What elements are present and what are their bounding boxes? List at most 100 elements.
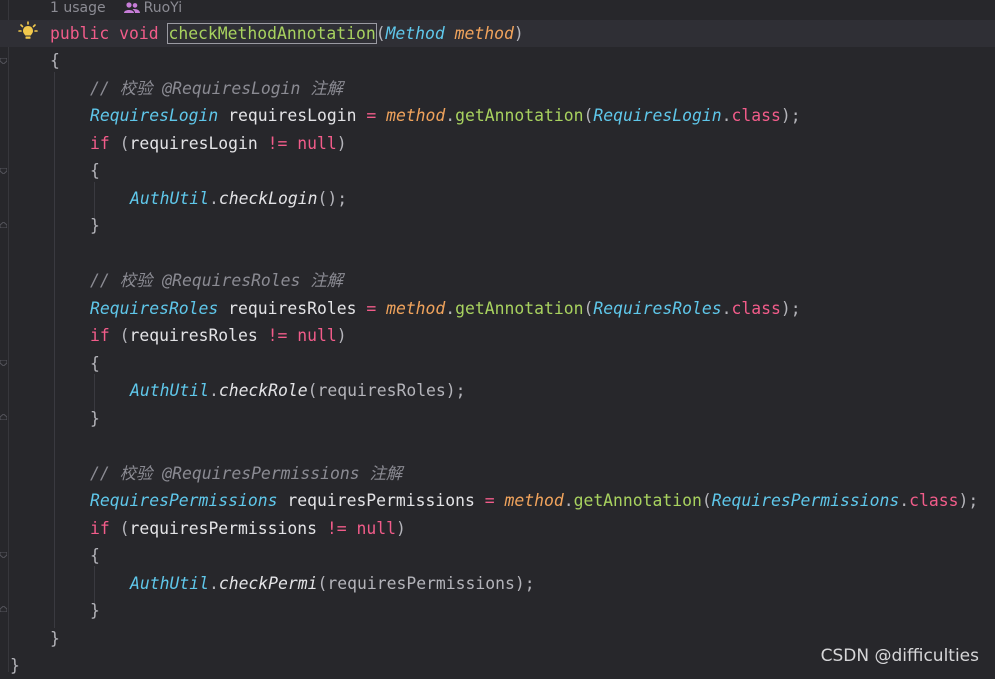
args: (requiresPermissions);	[317, 574, 535, 593]
dot: .	[208, 574, 219, 593]
code-line-method-signature[interactable]: public void checkMethodAnnotation(Method…	[50, 21, 524, 47]
paren-open: (	[109, 326, 130, 345]
author-name: RuoYi	[143, 0, 183, 16]
comment-permissions: // 校验 @RequiresPermissions 注解	[90, 464, 403, 483]
keyword-null: null	[297, 134, 337, 153]
keyword-if: if	[90, 134, 110, 153]
operator: =	[366, 106, 377, 125]
indent-guide	[54, 72, 55, 628]
comment-login: // 校验 @RequiresLogin 注解	[90, 79, 344, 98]
brace-close-class: }	[10, 656, 20, 675]
code-editor[interactable]: 1 usage RuoYi public void checkMethodAnn…	[0, 0, 995, 675]
dot: .	[445, 106, 456, 125]
usage-count[interactable]: 1 usage	[50, 0, 106, 16]
dot: .	[208, 189, 219, 208]
receiver: method	[386, 299, 446, 318]
variable-name: requiresLogin	[129, 134, 268, 153]
variable-name: requiresPermissions	[277, 491, 485, 510]
code-vision-hints: 1 usage RuoYi	[50, 0, 182, 18]
dot: .	[563, 491, 574, 510]
arg-class: RequiresRoles	[593, 299, 722, 318]
fold-marker-icon[interactable]	[0, 360, 7, 366]
statement-end: );	[780, 106, 801, 125]
code-line-check-permi[interactable]: AuthUtil.checkPermi(requiresPermissions)…	[130, 571, 535, 597]
code-line-if-login[interactable]: if (requiresLogin != null)	[90, 131, 347, 157]
lightbulb-icon[interactable]	[18, 21, 38, 43]
fold-marker-icon[interactable]	[0, 552, 7, 558]
fold-marker-icon[interactable]	[0, 58, 7, 64]
brace-close: }	[90, 216, 100, 235]
code-line-if-roles[interactable]: if (requiresRoles != null)	[90, 323, 347, 349]
code-line-get-permissions[interactable]: RequiresPermissions requiresPermissions …	[90, 488, 978, 514]
brace-close-method: }	[50, 629, 60, 648]
keyword-null: null	[297, 326, 337, 345]
comment-roles: // 校验 @RequiresRoles 注解	[90, 271, 344, 290]
keyword-class: class	[731, 106, 781, 125]
paren-close: )	[513, 24, 524, 43]
variable-name: requiresLogin	[218, 106, 367, 125]
brace-open: {	[90, 354, 100, 373]
variable-name: requiresPermissions	[129, 519, 327, 538]
method-name[interactable]: checkMethodAnnotation	[167, 23, 377, 44]
dot: .	[721, 106, 732, 125]
keyword-void: void	[119, 24, 159, 43]
keyword-if: if	[90, 519, 110, 538]
brace-open: {	[90, 546, 100, 565]
paren-close: )	[336, 326, 347, 345]
param-type: Method	[385, 24, 445, 43]
author-hint[interactable]: RuoYi	[123, 0, 183, 16]
type-name: RequiresLogin	[90, 106, 219, 125]
dot: .	[899, 491, 910, 510]
type-name: RequiresRoles	[90, 299, 219, 318]
statement-end: );	[958, 491, 979, 510]
operator: !=	[326, 519, 347, 538]
class-name: AuthUtil	[130, 574, 209, 593]
code-line-check-login[interactable]: AuthUtil.checkLogin();	[130, 186, 347, 212]
operator: =	[484, 491, 495, 510]
statement-end: );	[780, 299, 801, 318]
paren-open: (	[109, 519, 130, 538]
args: ();	[317, 189, 348, 208]
keyword-null: null	[356, 519, 396, 538]
method-call: getAnnotation	[455, 299, 584, 318]
class-name: AuthUtil	[130, 189, 209, 208]
keyword-class: class	[909, 491, 959, 510]
fold-end-icon[interactable]	[0, 222, 7, 228]
dot: .	[445, 299, 456, 318]
keyword-if: if	[90, 326, 110, 345]
dot: .	[721, 299, 732, 318]
brace-close: }	[90, 409, 100, 428]
paren-open: (	[375, 24, 386, 43]
code-line-get-roles[interactable]: RequiresRoles requiresRoles = method.get…	[90, 296, 801, 322]
code-line-check-role[interactable]: AuthUtil.checkRole(requiresRoles);	[130, 378, 466, 404]
receiver: method	[504, 491, 564, 510]
users-icon	[123, 2, 140, 13]
args: (requiresRoles);	[307, 381, 466, 400]
type-name: RequiresPermissions	[90, 491, 278, 510]
keyword-public: public	[50, 24, 110, 43]
code-line-get-login[interactable]: RequiresLogin requiresLogin = method.get…	[90, 103, 801, 129]
paren-close: )	[336, 134, 347, 153]
operator: =	[366, 299, 377, 318]
variable-name: requiresRoles	[129, 326, 268, 345]
fold-end-icon[interactable]	[0, 606, 7, 612]
dot: .	[208, 381, 219, 400]
arg-class: RequiresPermissions	[711, 491, 900, 510]
static-method: checkLogin	[218, 189, 318, 208]
param-name: method	[454, 24, 514, 43]
gutter-divider	[8, 0, 9, 672]
operator: !=	[267, 326, 288, 345]
operator: !=	[267, 134, 288, 153]
fold-end-icon[interactable]	[0, 414, 7, 420]
variable-name: requiresRoles	[218, 299, 367, 318]
brace-close: }	[90, 601, 100, 620]
keyword-class: class	[731, 299, 781, 318]
brace-open: {	[50, 51, 60, 70]
watermark: CSDN @difficulties	[820, 646, 979, 666]
fold-marker-icon[interactable]	[0, 168, 7, 174]
paren-close: )	[395, 519, 406, 538]
method-call: getAnnotation	[573, 491, 702, 510]
method-call: getAnnotation	[455, 106, 584, 125]
static-method: checkRole	[218, 381, 308, 400]
code-line-if-permissions[interactable]: if (requiresPermissions != null)	[90, 516, 406, 542]
